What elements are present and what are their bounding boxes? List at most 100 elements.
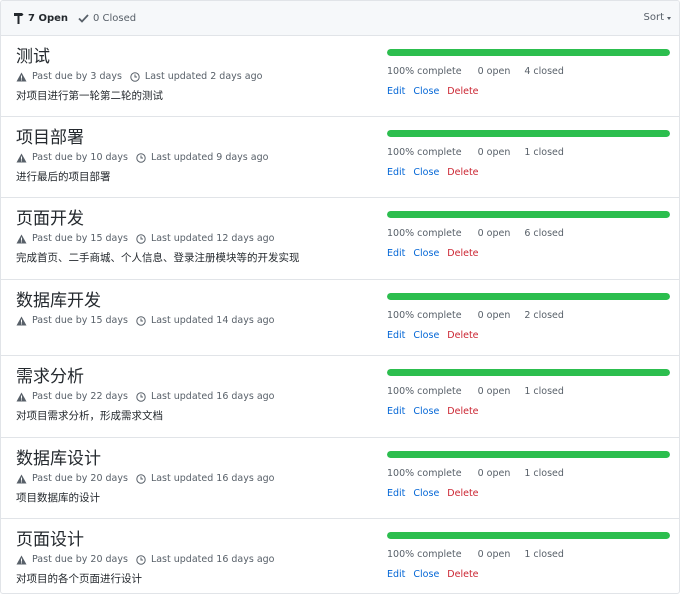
delete-link[interactable]: Delete xyxy=(447,330,478,341)
close-link[interactable]: Close xyxy=(413,569,439,580)
alert-icon xyxy=(16,555,27,564)
progress-fill xyxy=(387,130,670,137)
delete-link[interactable]: Delete xyxy=(447,569,478,580)
updated-text: Last updated 16 days ago xyxy=(150,554,275,565)
open-issues: 0 open xyxy=(477,147,511,158)
milestone-description: 对项目进行第一轮第二轮的测试 xyxy=(16,90,163,102)
clock-icon xyxy=(136,391,146,402)
closed-filter[interactable]: 0 Closed xyxy=(78,13,136,24)
open-filter[interactable]: 7 Open xyxy=(13,12,68,24)
milestones-header: 7 Open 0 Closed Sort xyxy=(1,1,679,36)
edit-link[interactable]: Edit xyxy=(387,488,405,499)
milestone-actions: Edit Close Delete xyxy=(387,167,670,178)
milestone-row: 测试 Past due by 3 days Last updated 2 days … xyxy=(1,36,679,117)
edit-link[interactable]: Edit xyxy=(387,86,405,97)
updated-status: Last updated 16 days ago xyxy=(136,391,274,402)
milestone-title[interactable]: 测试 xyxy=(16,46,366,68)
milestone-title[interactable]: 数据库开发 xyxy=(16,290,366,312)
milestone-meta: Past due by 20 days Last updated 16 days … xyxy=(16,473,366,484)
edit-link[interactable]: Edit xyxy=(387,248,405,259)
updated-status: Last updated 12 days ago xyxy=(136,233,275,244)
due-status: Past due by 15 days xyxy=(16,233,128,244)
sort-dropdown[interactable]: Sort xyxy=(643,12,671,23)
milestone-row: 需求分析 Past due by 22 days Last updated 16 d… xyxy=(1,356,679,438)
due-status: Past due by 10 days xyxy=(16,152,128,163)
updated-status: Last updated 2 days ago xyxy=(130,71,262,82)
percent-complete: 100% complete xyxy=(387,228,462,239)
alert-icon xyxy=(16,392,27,401)
milestone-progress: 100% complete 0 open 1 closed Edit Close Dele… xyxy=(387,130,670,178)
milestone-info: 数据库设计 Past due by 20 days Last updated 16 … xyxy=(16,448,366,505)
delete-link[interactable]: Delete xyxy=(447,406,478,417)
progress-bar xyxy=(387,49,670,56)
open-count-label: 7 Open xyxy=(28,12,68,24)
open-issues: 0 open xyxy=(477,66,511,77)
milestone-progress: 100% complete 0 open 1 closed Edit Close Dele… xyxy=(387,369,670,417)
clock-icon xyxy=(130,71,140,82)
due-text: Past due by 3 days xyxy=(32,71,122,82)
progress-fill xyxy=(387,49,670,56)
delete-link[interactable]: Delete xyxy=(447,248,478,259)
milestone-meta: Past due by 15 days Last updated 14 days … xyxy=(16,315,366,326)
percent-complete: 100% complete xyxy=(387,468,462,479)
milestone-progress: 100% complete 0 open 1 closed Edit Close Dele… xyxy=(387,532,670,580)
open-issues: 0 open xyxy=(477,310,511,321)
percent-complete: 100% complete xyxy=(387,386,462,397)
due-text: Past due by 15 days xyxy=(32,315,128,326)
due-text: Past due by 20 days xyxy=(32,473,128,484)
edit-link[interactable]: Edit xyxy=(387,167,405,178)
closed-issues: 6 closed xyxy=(524,228,564,239)
sort-label: Sort xyxy=(643,12,665,23)
delete-link[interactable]: Delete xyxy=(447,167,478,178)
close-link[interactable]: Close xyxy=(413,488,439,499)
milestone-row: 页面设计 Past due by 20 days Last updated 16 d… xyxy=(1,519,679,593)
check-icon xyxy=(78,14,89,23)
close-link[interactable]: Close xyxy=(413,86,439,97)
milestone-meta: Past due by 20 days Last updated 16 days … xyxy=(16,554,366,565)
progress-stats: 100% complete 0 open 4 closed xyxy=(387,66,670,77)
delete-link[interactable]: Delete xyxy=(447,488,478,499)
due-text: Past due by 20 days xyxy=(32,554,128,565)
closed-issues: 2 closed xyxy=(524,310,564,321)
progress-stats: 100% complete 0 open 6 closed xyxy=(387,228,670,239)
updated-text: Last updated 12 days ago xyxy=(150,233,275,244)
delete-link[interactable]: Delete xyxy=(447,86,478,97)
milestone-title[interactable]: 项目部署 xyxy=(16,127,366,149)
milestone-title[interactable]: 需求分析 xyxy=(16,366,366,388)
progress-stats: 100% complete 0 open 1 closed xyxy=(387,147,670,158)
milestone-actions: Edit Close Delete xyxy=(387,488,670,499)
updated-status: Last updated 16 days ago xyxy=(136,473,274,484)
milestone-info: 页面开发 Past due by 15 days Last updated 12 d… xyxy=(16,208,366,265)
due-status: Past due by 20 days xyxy=(16,473,128,484)
progress-bar xyxy=(387,211,670,218)
updated-status: Last updated 9 days ago xyxy=(136,152,268,163)
closed-issues: 1 closed xyxy=(524,147,564,158)
milestone-info: 需求分析 Past due by 22 days Last updated 16 d… xyxy=(16,366,366,423)
edit-link[interactable]: Edit xyxy=(387,330,405,341)
closed-issues: 1 closed xyxy=(524,386,564,397)
open-issues: 0 open xyxy=(477,386,511,397)
edit-link[interactable]: Edit xyxy=(387,406,405,417)
alert-icon xyxy=(16,474,27,483)
milestone-title[interactable]: 页面设计 xyxy=(16,529,366,551)
close-link[interactable]: Close xyxy=(413,406,439,417)
alert-icon xyxy=(16,153,27,162)
milestone-actions: Edit Close Delete xyxy=(387,86,670,97)
due-status: Past due by 22 days xyxy=(16,391,128,402)
close-link[interactable]: Close xyxy=(413,330,439,341)
percent-complete: 100% complete xyxy=(387,549,462,560)
close-link[interactable]: Close xyxy=(413,167,439,178)
milestone-description: 完成首页、二手商城、个人信息、登录注册模块等的开发实现 xyxy=(16,252,300,264)
edit-link[interactable]: Edit xyxy=(387,569,405,580)
due-status: Past due by 20 days xyxy=(16,554,128,565)
alert-icon xyxy=(16,316,27,325)
milestone-title[interactable]: 页面开发 xyxy=(16,208,366,230)
milestone-progress: 100% complete 0 open 2 closed Edit Close Dele… xyxy=(387,293,670,341)
milestone-meta: Past due by 3 days Last updated 2 days ag… xyxy=(16,71,366,82)
clock-icon xyxy=(136,315,146,326)
milestone-title[interactable]: 数据库设计 xyxy=(16,448,366,470)
close-link[interactable]: Close xyxy=(413,248,439,259)
progress-fill xyxy=(387,293,670,300)
milestone-progress: 100% complete 0 open 6 closed Edit Close Dele… xyxy=(387,211,670,259)
milestone-icon xyxy=(14,13,24,24)
